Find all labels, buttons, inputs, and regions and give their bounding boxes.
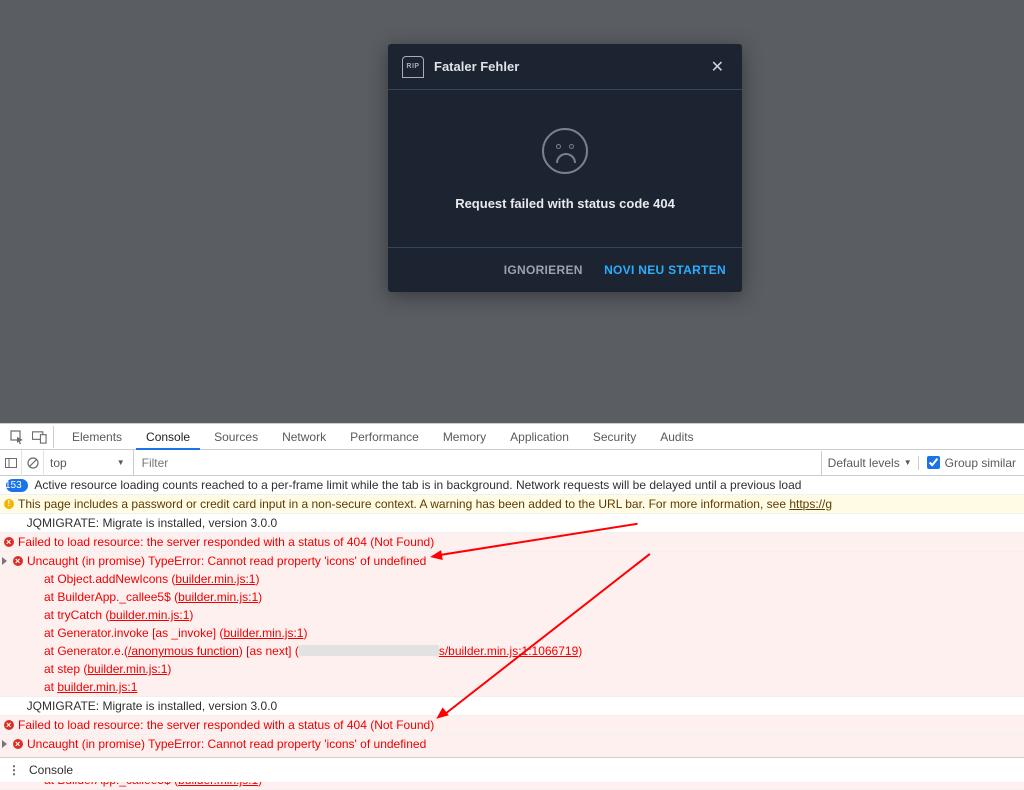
log-text: JQMIGRATE: Migrate is installed, version…: [27, 516, 278, 530]
source-link[interactable]: builder.min.js:1: [57, 680, 137, 694]
restart-button[interactable]: NOVI NEU STARTEN: [604, 263, 726, 277]
group-similar-label: Group similar: [945, 456, 1016, 470]
tab-elements[interactable]: Elements: [62, 424, 132, 450]
tab-security[interactable]: Security: [583, 424, 646, 450]
redacted-text: [299, 645, 439, 656]
fatal-error-dialog: RIP Fataler Fehler ✕ Request failed with…: [388, 44, 742, 292]
stack-frame: at tryCatch (builder.min.js:1): [20, 606, 1020, 624]
tab-audits[interactable]: Audits: [650, 424, 703, 450]
console-row[interactable]: This page includes a password or credit …: [0, 495, 1024, 514]
devtools-drawer: ⋮ Console: [0, 757, 1024, 782]
tab-performance[interactable]: Performance: [340, 424, 429, 450]
sad-face-icon: [542, 128, 588, 174]
console-row[interactable]: Uncaught (in promise) TypeError: Cannot …: [0, 552, 1024, 697]
kebab-menu-icon[interactable]: ⋮: [8, 763, 19, 777]
app-background: RIP Fataler Fehler ✕ Request failed with…: [0, 0, 1024, 423]
console-toolbar: top ▼ Default levels ▼ Group similar: [0, 450, 1024, 476]
inspect-element-icon[interactable]: [6, 426, 28, 448]
toggle-sidebar-icon[interactable]: [0, 450, 22, 476]
source-link[interactable]: /anonymous function: [128, 644, 239, 658]
stack-frame: at BuilderApp._callee5$ (builder.min.js:…: [20, 588, 1020, 606]
log-text: Uncaught (in promise) TypeError: Cannot …: [27, 554, 426, 568]
stack-frame: at Generator.e.(/anonymous function) [as…: [20, 642, 1020, 660]
link[interactable]: https://g: [789, 497, 832, 511]
log-text: Uncaught (in promise) TypeError: Cannot …: [27, 737, 426, 751]
log-text: This page includes a password or credit …: [18, 497, 789, 511]
source-link[interactable]: builder.min.js:1: [178, 590, 258, 604]
device-toolbar-icon[interactable]: [32, 426, 54, 448]
log-text: Active resource loading counts reached t…: [34, 478, 801, 492]
context-selector[interactable]: top ▼: [44, 450, 134, 476]
tab-application[interactable]: Application: [500, 424, 579, 450]
console-row[interactable]: Failed to load resource: the server resp…: [0, 716, 1024, 735]
expand-caret-icon[interactable]: [2, 557, 7, 565]
console-row[interactable]: JQMIGRATE: Migrate is installed, version…: [0, 697, 1024, 716]
dialog-title: Fataler Fehler: [434, 59, 519, 74]
source-link[interactable]: builder.min.js:1: [109, 608, 189, 622]
chevron-down-icon: ▼: [117, 458, 125, 467]
message-count-badge: 153: [6, 479, 28, 492]
devtools-tab-bar: Elements Console Sources Network Perform…: [0, 424, 1024, 450]
log-text: Failed to load resource: the server resp…: [18, 718, 434, 732]
error-icon: [4, 537, 14, 547]
source-link[interactable]: builder.min.js:1: [223, 626, 303, 640]
tab-sources[interactable]: Sources: [204, 424, 268, 450]
stack-frame: at Generator.invoke [as _invoke] (builde…: [20, 624, 1020, 642]
devtools-panel: Elements Console Sources Network Perform…: [0, 423, 1024, 790]
annotation-arrowhead: [429, 550, 442, 562]
dialog-header: RIP Fataler Fehler ✕: [388, 44, 742, 90]
clear-console-icon[interactable]: [22, 450, 44, 476]
tombstone-icon: RIP: [402, 56, 424, 78]
drawer-tab-console[interactable]: Console: [29, 763, 73, 777]
expand-caret-icon[interactable]: [2, 740, 7, 748]
source-link[interactable]: builder.min.js:1: [175, 572, 255, 586]
error-icon: [4, 720, 14, 730]
group-similar-toggle[interactable]: Group similar: [919, 456, 1024, 470]
dialog-message: Request failed with status code 404: [408, 196, 722, 211]
filter-input[interactable]: [134, 451, 822, 475]
console-row[interactable]: JQMIGRATE: Migrate is installed, version…: [0, 514, 1024, 533]
stack-frame: at step (builder.min.js:1): [20, 660, 1020, 678]
tab-network[interactable]: Network: [272, 424, 336, 450]
ignore-button[interactable]: IGNORIEREN: [504, 263, 583, 277]
stack-frame: at Object.addNewIcons (builder.min.js:1): [20, 570, 1020, 588]
log-levels-selector[interactable]: Default levels ▼: [822, 456, 919, 470]
group-similar-checkbox[interactable]: [927, 456, 940, 469]
tab-console[interactable]: Console: [136, 424, 200, 450]
source-link[interactable]: s/builder.min.js:1:1066719: [439, 644, 578, 658]
tab-memory[interactable]: Memory: [433, 424, 496, 450]
error-icon: [13, 556, 23, 566]
close-icon[interactable]: ✕: [707, 53, 728, 81]
stack-frame: at builder.min.js:1: [20, 678, 1020, 696]
console-row[interactable]: 153 Active resource loading counts reach…: [0, 476, 1024, 495]
source-link[interactable]: builder.min.js:1: [87, 662, 167, 676]
error-icon: [13, 739, 23, 749]
log-text: Failed to load resource: the server resp…: [18, 535, 434, 549]
levels-label: Default levels: [828, 456, 900, 470]
warning-icon: [4, 499, 14, 509]
context-label: top: [50, 456, 67, 470]
chevron-down-icon: ▼: [904, 458, 912, 467]
console-output: 153 Active resource loading counts reach…: [0, 476, 1024, 790]
log-text: JQMIGRATE: Migrate is installed, version…: [27, 699, 278, 713]
